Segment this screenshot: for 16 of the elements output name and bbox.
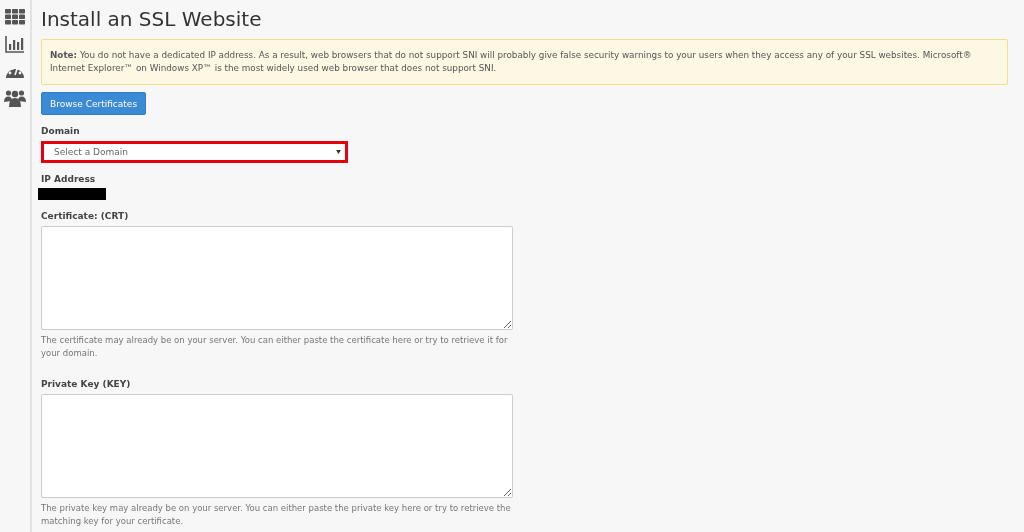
note-alert: Note: You do not have a dedicated IP address. As a result, web browsers that do not support SNI will probably give false security warnings to your users when they access any of your SSL websites. Microsoft® Internet Explorer™ on Windows XP™ is the most widely used web browser that does not support SNI. — [41, 39, 1008, 85]
field-label: Certificate: (CRT) — [41, 211, 130, 221]
private-key-field[interactable] — [41, 394, 513, 498]
certificate-field[interactable] — [41, 226, 513, 330]
help-text: The private key may already be on your server. You can either paste the private key here or try to retrieve the matching key for your certificate. — [41, 502, 512, 527]
domain-select[interactable]: Select a Domain — [41, 141, 348, 163]
users-icon[interactable] — [4, 89, 26, 107]
page-title: Install an SSL Website — [41, 7, 263, 31]
help-text: The certificate may already be on your server. You can either paste the certificate here or try to retrieve it for your domain. — [41, 334, 509, 359]
field-label: Domain — [41, 126, 81, 136]
caret-icon — [336, 150, 341, 154]
field-label: IP Address — [41, 174, 97, 184]
field-label: Private Key (KEY) — [41, 379, 132, 389]
bar-chart-icon[interactable] — [5, 35, 25, 53]
browse-certificates-button[interactable]: Browse Certificates — [41, 92, 147, 115]
grid-icon[interactable] — [5, 9, 25, 25]
